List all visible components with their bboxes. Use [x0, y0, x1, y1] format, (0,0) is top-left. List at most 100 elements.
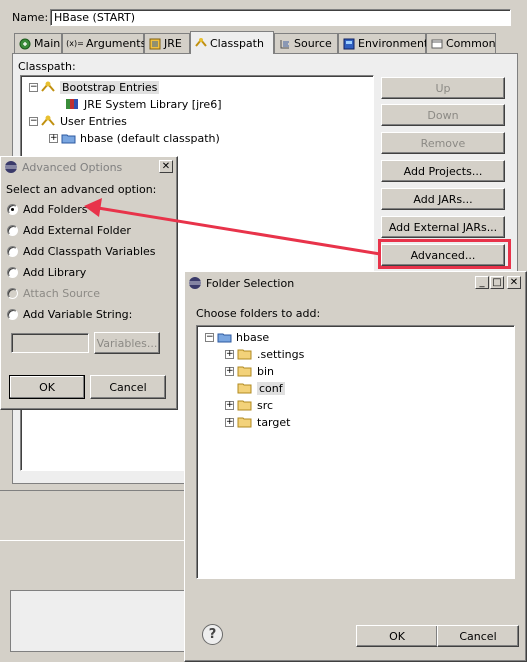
name-field[interactable]: HBase (START) [50, 9, 511, 26]
eclipse-icon [187, 277, 203, 289]
folder-item-label: bin [257, 364, 275, 378]
radio-icon [7, 308, 18, 320]
advanced-options-dialog: Advanced Options ✕ Select an advanced op… [0, 156, 178, 410]
option-add-variable-string[interactable]: Add Variable String: [7, 306, 132, 322]
radio-icon [7, 287, 18, 299]
folder-dialog-title: Folder Selection [206, 276, 295, 290]
expand-icon[interactable]: + [49, 133, 58, 143]
folder-item-label: src [257, 398, 274, 412]
tab-arguments[interactable]: (x)= Arguments [62, 33, 146, 53]
tab-classpath-label: Classpath [210, 36, 264, 50]
eclipse-icon [3, 161, 19, 173]
advanced-cancel-label: Cancel [109, 380, 147, 394]
option-add-external-folder[interactable]: Add External Folder [7, 222, 131, 238]
tab-environment-label: Environment [358, 37, 429, 50]
folder-item-label: .settings [257, 347, 305, 361]
folder-icon [237, 400, 252, 411]
folder-item-label: conf [257, 381, 285, 395]
add-projects-button[interactable]: Add Projects... [381, 160, 505, 182]
option-label: Add Classpath Variables [23, 244, 156, 258]
tab-jre[interactable]: JRE [144, 33, 190, 53]
folder-item-conf[interactable]: conf [237, 380, 285, 396]
main-tab-icon [19, 38, 31, 50]
jre-icon [149, 38, 161, 50]
option-label: Add Library [23, 265, 87, 279]
tab-main[interactable]: Main [14, 33, 62, 53]
help-icon[interactable]: ? [202, 624, 223, 645]
add-projects-label: Add Projects... [403, 164, 483, 178]
tab-main-label: Main [34, 37, 61, 50]
tab-common-label: Common [446, 37, 496, 50]
option-add-folders[interactable]: Add Folders [7, 201, 88, 217]
advanced-dialog-title: Advanced Options [22, 160, 123, 174]
advanced-cancel-button[interactable]: Cancel [90, 375, 166, 399]
radio-selected-icon [7, 203, 18, 215]
folder-ok-button[interactable]: OK [356, 625, 438, 647]
maximize-icon[interactable]: □ [490, 276, 504, 289]
classpath-entry-icon [41, 81, 57, 93]
folder-dialog-titlebar[interactable]: Folder Selection [187, 274, 524, 292]
collapse-icon[interactable]: − [29, 116, 38, 126]
name-field-value: HBase (START) [54, 11, 136, 24]
tab-jre-label: JRE [164, 37, 182, 50]
bottom-panel [10, 590, 190, 652]
option-label: Add Variable String: [23, 307, 133, 321]
radio-icon [7, 266, 18, 278]
tree-jre-library[interactable]: JRE System Library [jre6] [65, 96, 222, 112]
collapse-icon[interactable]: − [205, 332, 214, 342]
down-button[interactable]: Down [381, 104, 505, 126]
folder-cancel-label: Cancel [459, 629, 497, 643]
option-add-library[interactable]: Add Library [7, 264, 86, 280]
expand-icon[interactable]: + [225, 417, 234, 427]
folder-tree-root[interactable]: − hbase [205, 329, 269, 345]
annotation-highlight-box [378, 239, 511, 269]
folder-icon [237, 349, 252, 360]
advanced-dialog-titlebar[interactable]: Advanced Options [3, 158, 175, 176]
tree-hbase-default[interactable]: + hbase (default classpath) [49, 130, 220, 146]
option-add-classpath-variables[interactable]: Add Classpath Variables [7, 243, 156, 259]
source-icon [279, 38, 291, 50]
down-button-label: Down [427, 108, 459, 122]
classpath-label: Classpath: [18, 60, 76, 73]
minimize-icon[interactable]: _ [475, 276, 489, 289]
folder-cancel-button[interactable]: Cancel [437, 625, 519, 647]
folder-item-src[interactable]: + src [225, 397, 273, 413]
advanced-ok-button[interactable]: OK [9, 375, 85, 399]
up-button-label: Up [435, 81, 451, 95]
expand-icon[interactable]: + [225, 349, 234, 359]
tab-classpath[interactable]: Classpath [190, 31, 274, 54]
tree-jre-label: JRE System Library [jre6] [84, 97, 222, 111]
option-attach-source[interactable]: Attach Source [7, 285, 100, 301]
advanced-prompt: Select an advanced option: [6, 183, 157, 196]
folder-item-label: target [257, 415, 291, 429]
tree-bootstrap-label: Bootstrap Entries [60, 80, 160, 94]
folder-icon [237, 366, 252, 377]
variable-string-input[interactable] [11, 333, 89, 353]
tab-source-label: Source [294, 37, 332, 50]
common-icon [431, 38, 443, 50]
folder-item-bin[interactable]: + bin [225, 363, 274, 379]
variables-button[interactable]: Variables... [94, 332, 160, 354]
up-button[interactable]: Up [381, 77, 505, 99]
tree-hbase-label: hbase (default classpath) [80, 131, 220, 145]
tab-environment[interactable]: Environment [338, 33, 429, 53]
collapse-icon[interactable]: − [29, 82, 38, 92]
add-jars-button[interactable]: Add JARs... [381, 188, 505, 210]
close-icon[interactable]: ✕ [507, 276, 521, 289]
tree-user-entries[interactable]: − User Entries [29, 113, 127, 129]
folder-tree[interactable]: − hbase + .settings + bin conf + src + t… [196, 325, 515, 579]
tree-user-label: User Entries [60, 114, 127, 128]
remove-button[interactable]: Remove [381, 132, 505, 154]
tab-common[interactable]: Common [426, 33, 496, 53]
expand-icon[interactable]: + [225, 400, 234, 410]
tab-source[interactable]: Source [274, 33, 338, 53]
expand-icon[interactable]: + [225, 366, 234, 376]
tree-bootstrap-entries[interactable]: − Bootstrap Entries [29, 79, 160, 95]
folder-item-settings[interactable]: + .settings [225, 346, 304, 362]
advanced-ok-label: OK [39, 380, 55, 394]
folder-item-target[interactable]: + target [225, 414, 290, 430]
add-external-jars-button[interactable]: Add External JARs... [381, 216, 505, 238]
close-icon[interactable]: ✕ [159, 160, 173, 173]
folder-root-label: hbase [236, 330, 270, 344]
folder-icon [237, 383, 252, 394]
